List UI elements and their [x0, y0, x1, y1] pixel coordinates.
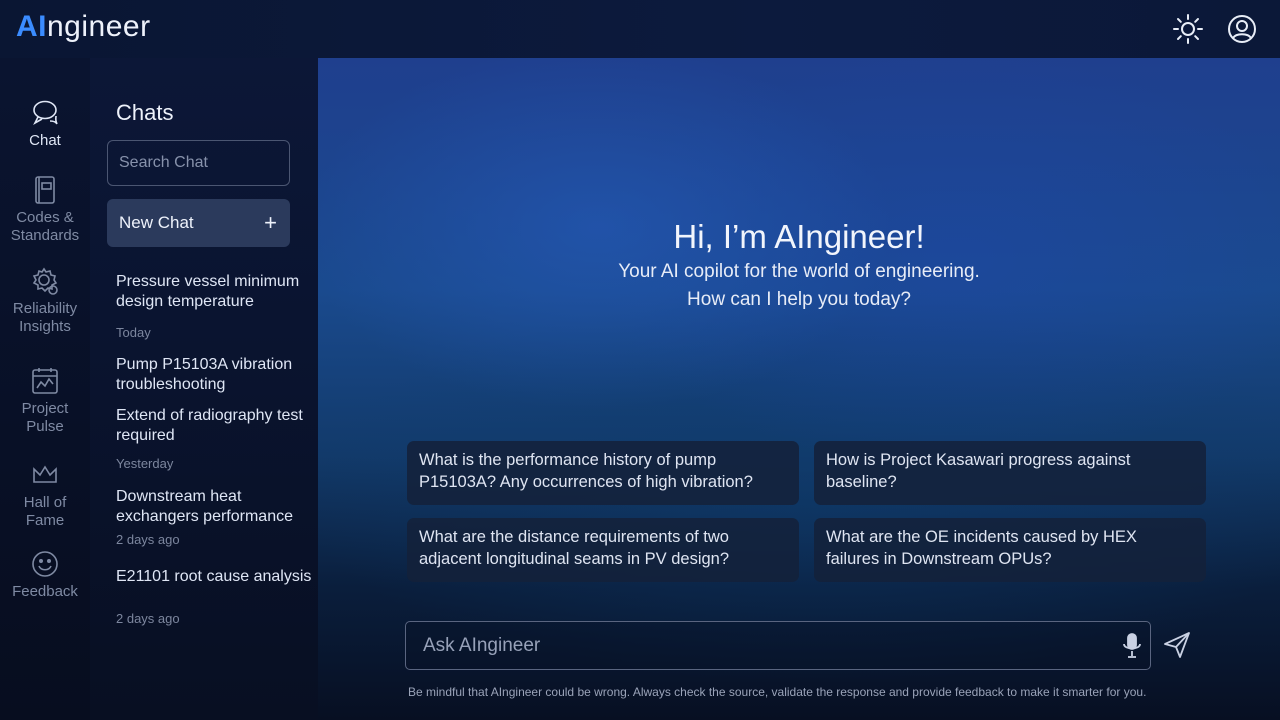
suggestion-card[interactable]: What are the distance requirements of tw… [407, 518, 799, 582]
chat-date-group: Today [116, 325, 151, 340]
logo-ai: AI [16, 10, 47, 43]
greeting-title: Hi, I’m AIngineer! [673, 218, 925, 255]
rail-item-hall-of-fame[interactable]: Hall of Fame [0, 460, 90, 530]
chat-list-item[interactable]: Extend of radiography test required [116, 406, 312, 446]
plus-icon: + [264, 210, 277, 235]
rail-label-rel-2: Insights [19, 318, 71, 335]
rail-item-project-pulse[interactable]: Project Pulse [0, 366, 90, 436]
ask-input[interactable] [407, 623, 1097, 668]
rail-label-hall-1: Hall of [23, 494, 67, 511]
chat-list-item[interactable]: Downstream heat exchangers performance [116, 487, 312, 527]
greeting-subtitle: Your AI copilot for the world of enginee… [618, 261, 980, 282]
main-chat-area: Hi, I’m AIngineer! Your AI copilot for t… [318, 58, 1280, 720]
rail-label-codes-1: Codes & [16, 209, 74, 226]
rail-label-feedback: Feedback [12, 583, 78, 600]
suggestion-card[interactable]: What are the OE incidents caused by HEX … [814, 518, 1206, 582]
book-icon [35, 176, 55, 204]
rail-item-codes-standards[interactable]: Codes & Standards [0, 175, 90, 245]
sun-icon[interactable] [1171, 12, 1205, 46]
chat-date-group: Yesterday [116, 456, 174, 471]
rail-label-proj-1: Project [21, 400, 69, 417]
microphone-icon[interactable] [1120, 633, 1144, 659]
calendar-chart-icon [32, 368, 58, 394]
rail-item-feedback[interactable]: Feedback [0, 549, 90, 601]
rail-label-proj-2: Pulse [26, 418, 64, 435]
greeting-question: How can I help you today? [687, 289, 911, 310]
rail-label-hall-2: Fame [25, 512, 65, 529]
smiley-icon [32, 551, 58, 577]
disclaimer: Be mindful that AIngineer could be wrong… [408, 685, 1147, 699]
logo-rest: ngineer [47, 10, 151, 43]
chat-timestamp: 2 days ago [116, 532, 180, 547]
search-chat-input[interactable] [107, 140, 290, 186]
icon-rail: Chat Codes & Standards Reliability Insig… [0, 58, 90, 720]
gear-insights-icon [32, 267, 58, 295]
new-chat-label: New Chat [119, 213, 194, 232]
rail-label-chat: Chat [29, 132, 61, 149]
suggestion-card[interactable]: What is the performance history of pump … [407, 441, 799, 505]
user-circle-icon[interactable] [1225, 12, 1259, 46]
rail-item-reliability-insights[interactable]: Reliability Insights [0, 266, 90, 336]
chats-title: Chats [116, 100, 174, 125]
chat-list-panel: Chats New Chat + Pressure vessel minimum… [90, 58, 318, 720]
rail-label-rel-1: Reliability [12, 300, 78, 317]
send-icon[interactable] [1162, 630, 1192, 660]
chat-list-item[interactable]: Pump P15103A vibration troubleshooting [116, 355, 312, 395]
suggestion-card[interactable]: How is Project Kasawari progress against… [814, 441, 1206, 505]
ask-box [405, 621, 1151, 670]
chat-list-item[interactable]: Pressure vessel minimum design temperatu… [116, 272, 312, 312]
app-logo[interactable]: AIngineer [16, 10, 151, 44]
new-chat-button[interactable]: New Chat + [107, 199, 290, 247]
top-bar: AIngineer [0, 0, 1280, 58]
crown-icon [33, 465, 57, 483]
chat-bubbles-icon [33, 100, 58, 126]
chat-list-item[interactable]: E21101 root cause analysis [116, 567, 312, 587]
chat-timestamp: 2 days ago [116, 611, 180, 626]
rail-label-codes-2: Standards [10, 227, 80, 244]
rail-item-chat[interactable]: Chat [0, 98, 90, 150]
